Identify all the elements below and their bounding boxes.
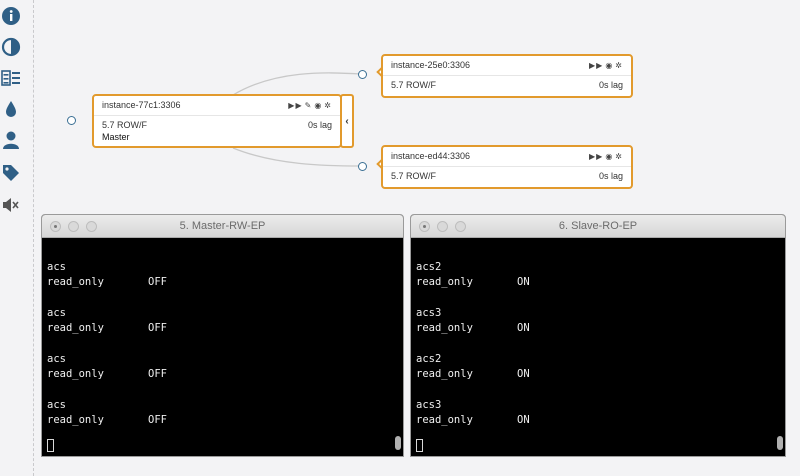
terminal-screen[interactable]: acs read_only OFF acs read_only OFF acs re… xyxy=(42,238,403,456)
variable-value: OFF xyxy=(148,368,167,380)
minimize-window-button[interactable] xyxy=(437,221,448,232)
gear-icon[interactable]: ✲ xyxy=(324,101,332,110)
terminal-window[interactable]: 5. Master-RW-EP acs read_only OFF acs rea… xyxy=(41,214,404,457)
replica-instance-name: instance-ed44:3306 xyxy=(391,151,471,161)
variable-name: read_only xyxy=(416,276,473,288)
host-line: acs xyxy=(47,307,66,319)
output-block: acs read_only OFF xyxy=(47,260,403,306)
master-version: 5.7 ROW/F xyxy=(102,120,148,130)
host-line: acs3 xyxy=(416,399,442,411)
replica-instance-node[interactable]: instance-ed44:3306 ▶▶ ◉ ✲ 5.7 ROW/F 0s l… xyxy=(381,145,633,189)
master-instance-name: instance-77c1:3306 xyxy=(102,100,181,110)
terminal-titlebar[interactable]: 6. Slave-RO-EP xyxy=(411,215,785,238)
variable-name: read_only xyxy=(47,368,104,380)
variable-value: OFF xyxy=(148,322,167,334)
minimize-window-button[interactable] xyxy=(68,221,79,232)
replica-link-dot[interactable] xyxy=(358,162,367,171)
pencil-icon[interactable]: ✎ xyxy=(305,101,313,110)
globe-icon[interactable]: ◉ xyxy=(605,61,613,70)
zoom-window-button[interactable] xyxy=(86,221,97,232)
terminal-window[interactable]: 6. Slave-RO-EP acs2 read_only ON acs3 rea… xyxy=(410,214,786,457)
replica-instance-name: instance-25e0:3306 xyxy=(391,60,471,70)
output-block: acs2 read_only ON xyxy=(416,352,785,398)
host-line: acs xyxy=(47,399,66,411)
mute-icon[interactable] xyxy=(1,195,21,215)
relocate-icon[interactable]: ▶▶ xyxy=(589,152,603,161)
master-lag: 0s lag xyxy=(307,120,332,130)
replica-version: 5.7 ROW/F xyxy=(391,80,437,90)
relocate-icon[interactable]: ▶▶ xyxy=(288,101,302,110)
terminal-title: 6. Slave-RO-EP xyxy=(558,220,638,232)
terminal-cursor xyxy=(47,439,54,452)
chevron-left-icon: ‹ xyxy=(345,115,349,127)
info-icon[interactable] xyxy=(1,6,21,26)
variable-value: OFF xyxy=(148,414,167,426)
variable-value: ON xyxy=(517,276,530,288)
globe-icon[interactable]: ◉ xyxy=(314,101,322,110)
variable-value: ON xyxy=(517,368,530,380)
user-icon[interactable] xyxy=(1,130,21,150)
contrast-icon[interactable] xyxy=(1,37,21,57)
close-window-button[interactable] xyxy=(50,221,61,232)
gear-icon[interactable]: ✲ xyxy=(615,61,623,70)
collapse-replicas-button[interactable]: ‹ xyxy=(340,94,354,148)
terminal-scrollbar[interactable] xyxy=(395,436,401,450)
variable-name: read_only xyxy=(416,414,473,426)
host-line: acs3 xyxy=(416,307,442,319)
output-block: acs read_only OFF xyxy=(47,398,403,444)
variable-name: read_only xyxy=(47,414,104,426)
drop-icon[interactable] xyxy=(1,99,21,119)
list-icon[interactable] xyxy=(1,68,21,88)
zoom-window-button[interactable] xyxy=(455,221,466,232)
variable-value: ON xyxy=(517,322,530,334)
globe-icon[interactable]: ◉ xyxy=(605,152,613,161)
variable-name: read_only xyxy=(416,368,473,380)
replica-link-dot[interactable] xyxy=(358,70,367,79)
variable-value: ON xyxy=(517,414,530,426)
host-line: acs xyxy=(47,261,66,273)
host-line: acs2 xyxy=(416,353,442,365)
variable-value: OFF xyxy=(148,276,167,288)
relocate-icon[interactable]: ▶▶ xyxy=(589,61,603,70)
host-line: acs2 xyxy=(416,261,442,273)
replica-version: 5.7 ROW/F xyxy=(391,171,437,181)
output-block: acs2 read_only ON xyxy=(416,260,785,306)
gear-icon[interactable]: ✲ xyxy=(615,152,623,161)
master-link-dot[interactable] xyxy=(67,116,76,125)
variable-name: read_only xyxy=(416,322,473,334)
topology-canvas: instance-77c1:3306 ▶▶ ✎ ◉ ✲ 5.7 ROW/F 0s… xyxy=(35,0,800,210)
terminal-screen[interactable]: acs2 read_only ON acs3 read_only ON acs2 r… xyxy=(411,238,785,456)
terminal-titlebar[interactable]: 5. Master-RW-EP xyxy=(42,215,403,238)
replica-instance-node[interactable]: instance-25e0:3306 ▶▶ ◉ ✲ 5.7 ROW/F 0s l… xyxy=(381,54,633,98)
output-block: acs read_only OFF xyxy=(47,352,403,398)
terminal-scrollbar[interactable] xyxy=(777,436,783,450)
output-block: acs read_only OFF xyxy=(47,306,403,352)
master-role: Master xyxy=(102,132,130,142)
output-block: acs3 read_only ON xyxy=(416,398,785,444)
replica-lag: 0s lag xyxy=(598,80,623,90)
terminal-cursor xyxy=(416,439,423,452)
variable-name: read_only xyxy=(47,322,104,334)
terminal-title: 5. Master-RW-EP xyxy=(179,220,266,232)
replica-lag: 0s lag xyxy=(598,171,623,181)
sidebar xyxy=(0,0,34,476)
tag-icon[interactable] xyxy=(1,163,21,183)
output-block: acs3 read_only ON xyxy=(416,306,785,352)
master-instance-node[interactable]: instance-77c1:3306 ▶▶ ✎ ◉ ✲ 5.7 ROW/F 0s… xyxy=(92,94,342,148)
host-line: acs xyxy=(47,353,66,365)
variable-name: read_only xyxy=(47,276,104,288)
close-window-button[interactable] xyxy=(419,221,430,232)
